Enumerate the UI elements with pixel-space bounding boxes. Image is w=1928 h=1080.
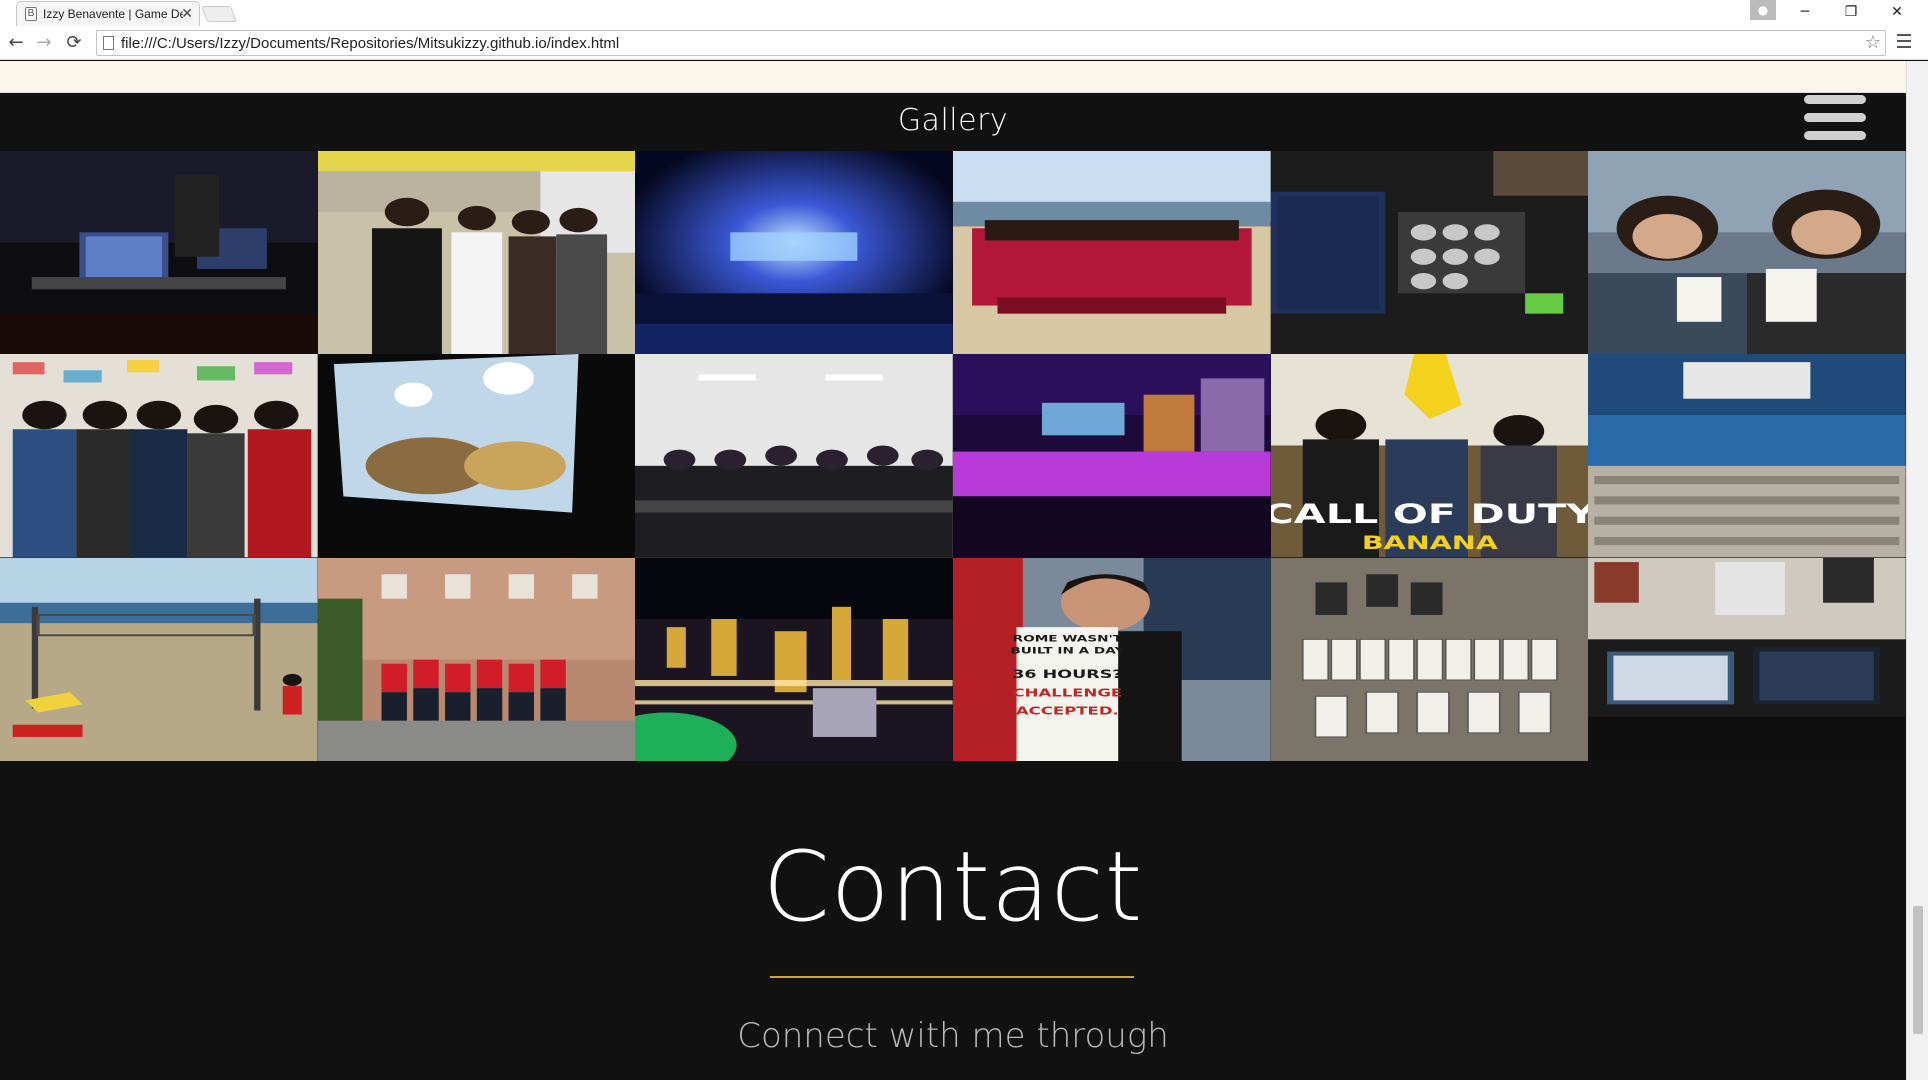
cod-caption-line2: BANANA — [1361, 533, 1498, 554]
previous-section-strip — [0, 61, 1906, 93]
page-icon — [103, 36, 114, 50]
contact-title: Contact — [762, 831, 1144, 943]
favicon-icon: B — [25, 7, 37, 21]
new-tab-button[interactable] — [201, 6, 237, 22]
contact-section: Contact Connect with me through — [0, 761, 1906, 1080]
gallery-photo-vegas-skyline[interactable] — [635, 557, 953, 761]
window-restore-button[interactable]: ❐ — [1828, 0, 1874, 24]
contact-subtitle: Connect with me through — [737, 1016, 1169, 1056]
gallery-photo-cod-banana-group[interactable]: CALL OF DUTY BANANA — [1270, 354, 1589, 558]
page-scrollbar[interactable] — [1906, 61, 1928, 1080]
url-text[interactable]: file:///C:/Users/Izzy/Documents/Reposito… — [121, 35, 619, 52]
gallery-photo-red-shirts-group[interactable] — [317, 557, 636, 761]
gallery-photo-concert-stage[interactable] — [635, 151, 953, 355]
gallery-title: Gallery — [897, 103, 1009, 138]
scrollbar-thumb[interactable] — [1913, 906, 1923, 1034]
browser-menu-icon[interactable] — [1894, 30, 1914, 54]
gallery-photo-sign-holder[interactable]: ROME WASN'T BUILT IN A DAY 36 HOURS? CHA… — [952, 557, 1271, 761]
cod-caption-line1: CALL OF DUTY — [1271, 499, 1589, 529]
gallery-photo-office-group[interactable] — [317, 151, 636, 355]
profile-icon[interactable]: ● — [1750, 0, 1776, 20]
browser-tab[interactable]: B Izzy Benavente | Game De ✕ — [16, 1, 200, 26]
sign-line2: BUILT IN A DAY — [1010, 645, 1125, 656]
gallery-photo-hackathon-room[interactable] — [635, 354, 953, 558]
gallery-photo-beach-group[interactable] — [952, 151, 1271, 355]
sign-line5: ACCEPTED. — [1016, 705, 1119, 717]
gallery-photo-laptops-energy-drinks[interactable] — [1270, 151, 1589, 355]
gallery-photo-playing-cards[interactable] — [1270, 557, 1589, 761]
tab-title: Izzy Benavente | Game De — [43, 7, 183, 21]
address-bar[interactable]: file:///C:/Users/Izzy/Documents/Reposito… — [96, 30, 1886, 56]
forward-arrow-icon[interactable]: → — [32, 31, 56, 55]
gallery-photo-beach-volleyball[interactable] — [0, 557, 318, 761]
bookmark-star-icon[interactable]: ☆ — [1865, 32, 1881, 53]
gallery-photo-badges-selfie[interactable] — [1588, 151, 1906, 355]
gallery-photo-projector-game[interactable] — [317, 354, 636, 558]
tab-close-icon[interactable]: ✕ — [181, 5, 193, 22]
gallery-grid: CALL OF DUTY BANANA ROME WASN'T BUILT IN… — [0, 151, 1906, 761]
page-viewport: Gallery CALL OF DUTY BANANA ROME WASN'T … — [0, 61, 1906, 1080]
browser-titlebar: B Izzy Benavente | Game De ✕ ● ─ ❐ ✕ — [0, 0, 1928, 26]
hamburger-menu-icon[interactable] — [1804, 95, 1866, 151]
sign-line1: ROME WASN'T — [1013, 633, 1123, 644]
gallery-photo-computers-dark-room[interactable] — [0, 151, 318, 355]
sign-line4: CHALLENGE — [1013, 687, 1123, 699]
window-minimize-button[interactable]: ─ — [1782, 0, 1828, 24]
gallery-header: Gallery — [0, 93, 1906, 151]
contact-title-underline — [770, 976, 1134, 978]
gallery-photo-sticker-wall-group[interactable] — [0, 354, 318, 558]
browser-toolbar: ← → ⟳ file:///C:/Users/Izzy/Documents/Re… — [0, 26, 1928, 60]
gallery-photo-arena-crowd[interactable] — [1588, 354, 1906, 558]
back-arrow-icon[interactable]: ← — [4, 31, 28, 55]
reload-icon[interactable]: ⟳ — [62, 31, 86, 55]
sign-line3: 36 HOURS? — [1012, 668, 1122, 681]
gallery-photo-desk-setup[interactable] — [1588, 557, 1906, 761]
window-close-button[interactable]: ✕ — [1874, 0, 1920, 24]
gallery-photo-expo-hall[interactable] — [952, 354, 1271, 558]
